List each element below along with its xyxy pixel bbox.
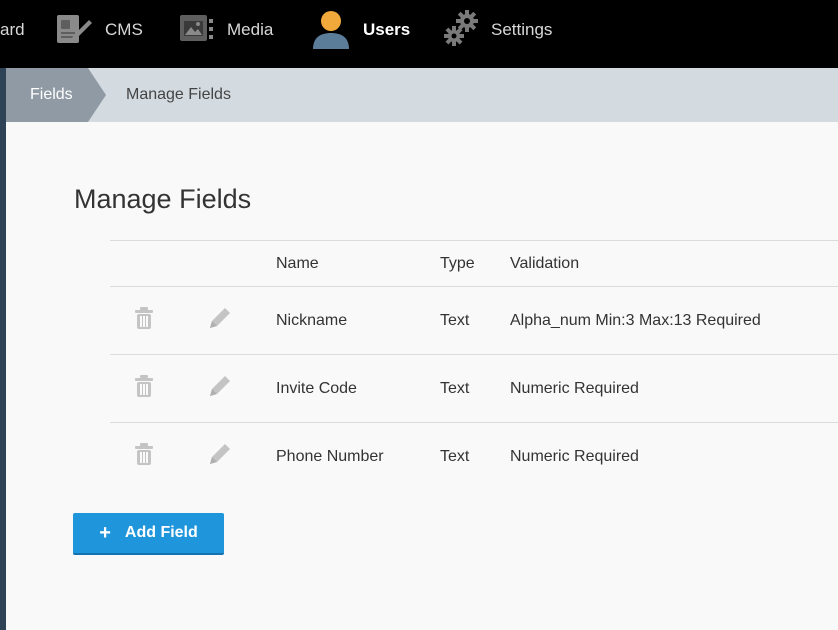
nav-item-label: ard bbox=[0, 20, 25, 39]
table-row: Invite Code Text Numeric Required bbox=[110, 354, 838, 423]
nav-item-media[interactable]: Media bbox=[179, 0, 273, 60]
breadcrumb-parent-label: Fields bbox=[30, 86, 73, 103]
field-name: Phone Number bbox=[276, 422, 440, 491]
top-nav: ard CMS Media Users Settings bbox=[0, 0, 838, 68]
trash-icon[interactable] bbox=[134, 443, 154, 470]
nav-item-settings[interactable]: Settings bbox=[443, 0, 552, 60]
field-type: Text bbox=[440, 286, 510, 355]
cms-icon bbox=[55, 7, 93, 54]
field-validation: Alpha_num Min:3 Max:13 Required bbox=[510, 286, 838, 355]
media-icon bbox=[179, 11, 215, 50]
nav-item-users[interactable]: Users bbox=[311, 0, 410, 60]
table-row: Nickname Text Alpha_num Min:3 Max:13 Req… bbox=[110, 286, 838, 355]
nav-item-dashboard[interactable]: ard bbox=[0, 0, 25, 60]
nav-item-label: Settings bbox=[491, 20, 553, 39]
field-name: Invite Code bbox=[276, 354, 440, 423]
header-name: Name bbox=[276, 240, 440, 287]
header-type: Type bbox=[440, 240, 510, 287]
fields-table: Name Type Validation Nickname Text Alpha… bbox=[110, 240, 838, 491]
add-field-label: Add Field bbox=[124, 524, 198, 541]
add-field-button[interactable]: + Add Field bbox=[73, 513, 224, 555]
pencil-icon[interactable] bbox=[208, 442, 232, 471]
nav-item-label: Media bbox=[227, 20, 274, 39]
breadcrumb: Fields Manage Fields bbox=[6, 68, 838, 122]
header-edit bbox=[180, 240, 276, 287]
nav-item-cms[interactable]: CMS bbox=[55, 0, 143, 60]
trash-icon[interactable] bbox=[134, 307, 154, 334]
pencil-icon[interactable] bbox=[208, 306, 232, 335]
header-validation: Validation bbox=[510, 240, 838, 287]
left-accent-bar bbox=[0, 68, 6, 630]
nav-item-label: Users bbox=[363, 20, 411, 39]
pencil-icon[interactable] bbox=[208, 374, 232, 403]
table-header-row: Name Type Validation bbox=[110, 240, 838, 287]
header-delete bbox=[110, 240, 180, 287]
nav-item-label: CMS bbox=[105, 20, 143, 39]
gears-icon bbox=[443, 9, 479, 52]
breadcrumb-fields-link[interactable]: Fields bbox=[6, 68, 106, 122]
page-title: Manage Fields bbox=[74, 184, 252, 214]
user-icon bbox=[311, 7, 351, 54]
plus-icon: + bbox=[99, 522, 111, 544]
table-row: Phone Number Text Numeric Required bbox=[110, 422, 838, 491]
breadcrumb-current: Manage Fields bbox=[126, 86, 231, 103]
field-name: Nickname bbox=[276, 286, 440, 355]
field-type: Text bbox=[440, 422, 510, 491]
field-validation: Numeric Required bbox=[510, 422, 838, 491]
trash-icon[interactable] bbox=[134, 375, 154, 402]
field-type: Text bbox=[440, 354, 510, 423]
field-validation: Numeric Required bbox=[510, 354, 838, 423]
